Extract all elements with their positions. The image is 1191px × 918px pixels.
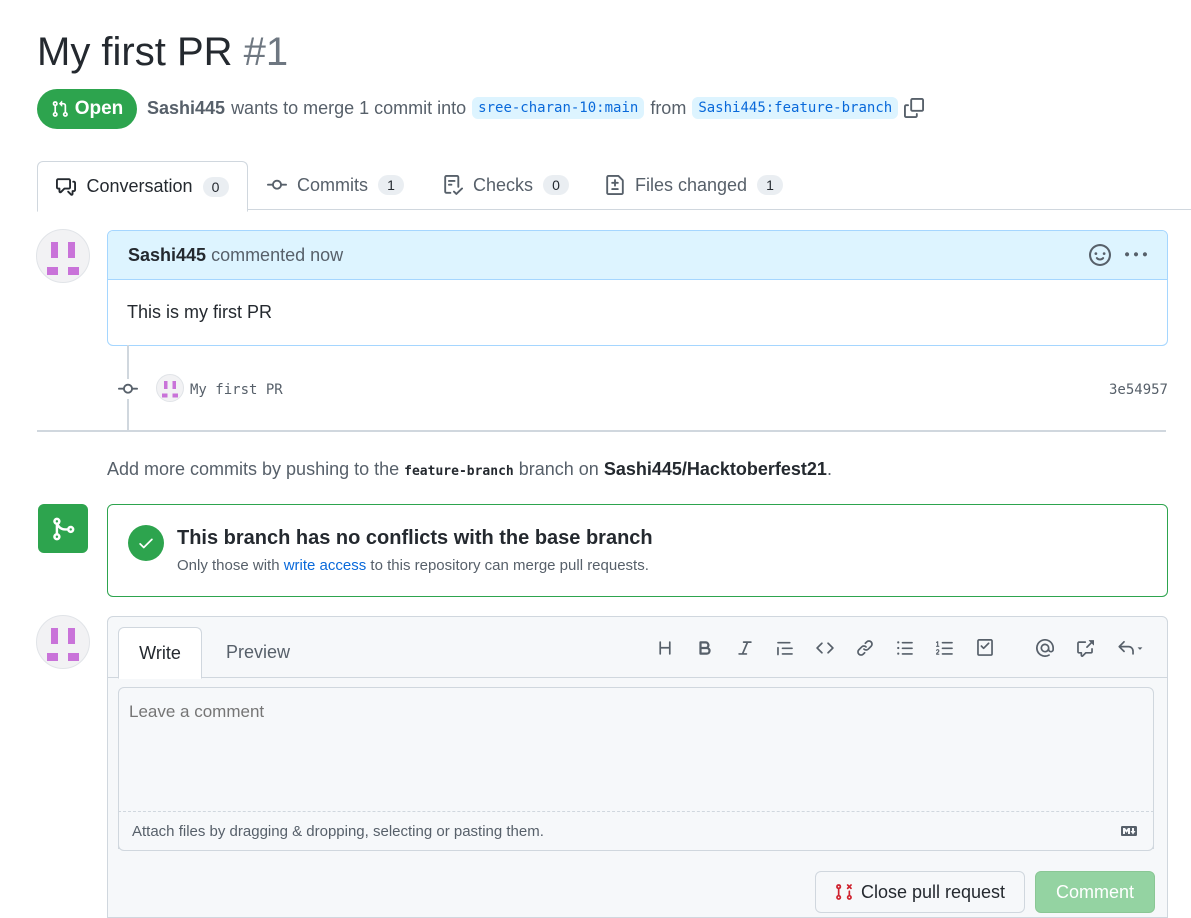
git-commit-icon [267,179,287,190]
tab-commits[interactable]: Commits 1 [267,161,404,209]
italic-icon[interactable] [733,636,757,660]
write-access-link[interactable]: write access [284,557,367,574]
markdown-icon[interactable] [1118,823,1140,839]
tab-preview[interactable]: Preview [210,627,306,677]
pr-title: My first PR [37,30,233,74]
unordered-list-icon[interactable] [893,636,917,660]
ordered-list-icon[interactable] [933,636,957,660]
check-icon [139,538,153,549]
tab-label: Conversation [86,176,193,196]
avatar[interactable] [36,229,90,283]
hint-text: . [826,459,832,479]
tab-files-changed[interactable]: Files changed 1 [605,161,784,209]
git-merge-icon [53,517,75,540]
link-icon[interactable] [853,636,877,660]
file-diff-icon [606,175,624,195]
author-link[interactable]: Sashi445 [147,98,225,119]
comment-editor: Write Preview Attach files by dragging &… [107,616,1168,918]
comment-author[interactable]: Sashi445 [128,245,206,266]
merge-status-icon [38,504,88,553]
tab-write[interactable]: Write [118,627,202,679]
git-pull-request-closed-icon [836,884,852,900]
tab-counter: 1 [378,175,404,195]
hint-text: Add more commits by pushing to the [107,459,400,479]
merge-status-subtitle: Only those with write access to this rep… [177,557,649,574]
check-circle-icon [128,525,164,561]
tab-conversation[interactable]: Conversation 0 [37,161,248,212]
merge-status-title: This branch has no conflicts with the ba… [177,527,653,549]
hint-branch: feature-branch [404,464,514,479]
editor-tabs-divider [108,677,1167,678]
merge-text: wants to merge 1 commit into [231,97,467,118]
comment-button[interactable]: Comment [1035,871,1155,913]
pr-number: #1 [243,30,289,74]
tab-checks[interactable]: Checks 0 [443,161,570,209]
tab-label: Files changed [635,174,748,195]
from-text: from [650,97,687,118]
comment-card: Sashi445 commented now This is my first … [107,230,1168,346]
page-title: My first PR #1 [37,30,288,75]
reply-dropdown-icon[interactable] [1113,636,1149,660]
identicon [162,381,178,398]
push-hint: Add more commits by pushing to the featu… [107,459,832,480]
identicon [47,628,79,661]
git-commit-icon [116,379,140,399]
pr-meta: Sashi445 wants to merge 1 commit into sr… [147,97,925,119]
cross-reference-icon[interactable] [1073,636,1097,660]
base-branch[interactable]: sree-charan-10:main [472,97,645,119]
pull-request-icon [52,100,68,117]
avatar[interactable] [36,615,90,669]
identicon [47,242,79,275]
tab-label: Commits [297,174,368,195]
merge-sub-text: to this repository can merge pull reques… [370,557,649,574]
head-branch[interactable]: Sashi445:feature-branch [692,97,899,119]
smiley-icon[interactable] [1089,244,1111,266]
kebab-horizontal-icon[interactable] [1125,244,1147,266]
tab-label: Checks [473,174,534,195]
quote-icon[interactable] [773,636,797,660]
merge-status-box: This branch has no conflicts with the ba… [107,504,1168,597]
comment-header: Sashi445 commented now [108,231,1167,280]
status-badge: Open [37,89,137,129]
status-label: Open [74,98,124,119]
tasklist-icon[interactable] [973,636,997,660]
bold-icon[interactable] [693,636,717,660]
commit-message[interactable]: My first PR [190,382,283,398]
hint-repo[interactable]: Sashi445/Hacktoberfest21 [604,459,827,479]
commit-row: My first PR 3e54957 [116,374,1168,404]
hint-text: branch on [518,459,599,479]
checklist-icon [444,175,463,195]
merge-sub-text: Only those with [177,557,280,574]
comment-body: This is my first PR [127,302,273,322]
code-icon[interactable] [813,636,837,660]
commit-avatar[interactable] [156,374,184,402]
comment-discussion-icon [56,177,77,196]
tab-counter: 0 [202,176,229,197]
close-pull-request-label: Close pull request [860,881,1006,902]
tab-counter: 0 [543,175,570,195]
attach-text: Attach files by dragging & dropping, sel… [132,822,544,840]
close-pull-request-button[interactable]: Close pull request [815,871,1025,913]
mention-icon[interactable] [1033,636,1057,660]
attach-files-bar[interactable]: Attach files by dragging & dropping, sel… [118,811,1154,851]
tab-counter: 1 [757,175,784,195]
commit-sha[interactable]: 3e54957 [1109,382,1168,398]
comment-time[interactable]: commented now [211,245,343,266]
copy-icon[interactable] [904,98,925,118]
heading-icon[interactable] [653,636,677,660]
timeline-separator [37,430,1166,432]
